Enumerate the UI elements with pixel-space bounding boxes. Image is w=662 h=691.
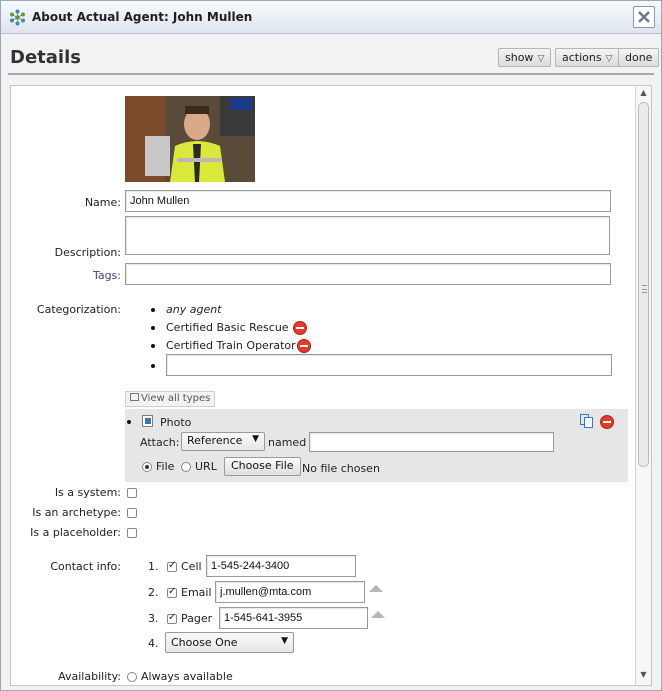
contact-type-link[interactable]: Pager: [181, 612, 212, 625]
copy-icon[interactable]: [580, 414, 594, 428]
category-any-agent: any agent: [166, 303, 222, 316]
list-bullet: [151, 344, 155, 348]
photo-link[interactable]: Photo: [160, 416, 191, 429]
contact-checkbox[interactable]: [167, 560, 177, 572]
always-available-radio[interactable]: [127, 672, 137, 682]
window-titlebar: About Actual Agent: John Mullen: [1, 1, 661, 34]
is-archetype-label: Is an archetype:: [32, 506, 121, 519]
list-bullet: [151, 326, 155, 330]
description-label: Description:: [54, 246, 121, 259]
scrollbar-thumb[interactable]: [638, 102, 649, 467]
scroll-down-icon[interactable]: ▼: [638, 670, 649, 682]
show-button[interactable]: show ▽: [498, 48, 552, 67]
list-bullet: [151, 308, 155, 312]
tags-input[interactable]: [125, 263, 611, 285]
categorization-label: Categorization:: [36, 303, 121, 316]
is-placeholder-checkbox[interactable]: [127, 528, 137, 538]
actions-button[interactable]: actions ▽: [555, 48, 620, 67]
contact-checkbox[interactable]: [167, 612, 177, 624]
window-title: About Actual Agent: John Mullen: [32, 10, 253, 24]
name-label: Name:: [84, 196, 121, 209]
email-input[interactable]: [215, 581, 365, 603]
choose-file-label: Choose File: [231, 459, 294, 472]
contact-checkbox[interactable]: [167, 586, 177, 598]
contact-type-link[interactable]: Cell: [181, 560, 202, 573]
actions-label: actions: [562, 51, 602, 64]
chevron-down-icon: ▽: [537, 54, 545, 64]
cell-input[interactable]: [206, 555, 356, 577]
close-icon: [638, 11, 650, 23]
details-form: Name: Description: Tags: Categorization:…: [10, 85, 652, 686]
is-placeholder-label: Is a placeholder:: [30, 526, 121, 539]
list-bullet: [151, 364, 155, 368]
remove-icon[interactable]: [293, 321, 307, 335]
move-up-icon[interactable]: [371, 611, 385, 618]
category-link[interactable]: Certified Train Operator: [166, 339, 296, 352]
contact-number: 1.: [148, 560, 159, 573]
new-category-input[interactable]: [166, 354, 612, 376]
is-system-label: Is a system:: [54, 486, 121, 499]
name-input[interactable]: [125, 190, 611, 212]
remove-icon[interactable]: [297, 339, 311, 353]
about-agent-window: About Actual Agent: John Mullen Details …: [0, 0, 662, 691]
view-all-types-label: View all types: [141, 393, 211, 404]
contact-number: 2.: [148, 586, 159, 599]
url-option-label: URL: [195, 460, 217, 473]
agent-photo: [125, 96, 255, 182]
file-radio[interactable]: [142, 462, 152, 472]
category-link[interactable]: Certified Basic Rescue: [166, 321, 289, 334]
contact-number: 3.: [148, 612, 159, 625]
attach-select-value: Reference: [187, 434, 243, 447]
named-input[interactable]: [309, 432, 554, 452]
close-button[interactable]: [633, 6, 655, 28]
availability-label: Availability:: [58, 670, 121, 683]
done-button[interactable]: done: [618, 48, 660, 67]
types-icon: [130, 393, 139, 401]
contact-number: 4.: [148, 637, 159, 650]
chevron-down-icon: ▽: [605, 54, 613, 64]
url-radio[interactable]: [181, 462, 191, 472]
contact-type-select-value: Choose One: [171, 636, 238, 649]
always-available-label: Always available: [141, 670, 233, 683]
description-textarea[interactable]: [125, 216, 610, 255]
is-system-checkbox[interactable]: [127, 488, 137, 498]
grip-icon: [642, 285, 647, 293]
contact-type-select[interactable]: Choose One ▼: [165, 632, 294, 653]
list-bullet: [127, 420, 131, 424]
no-file-chosen-text: No file chosen: [302, 462, 380, 475]
move-up-icon[interactable]: [369, 585, 383, 592]
contact-type-link[interactable]: Email: [181, 586, 212, 599]
vertical-scrollbar[interactable]: ▲ ▼: [635, 86, 651, 685]
page-title: Details: [10, 47, 81, 68]
dropdown-arrow-icon: ▼: [252, 434, 259, 444]
image-file-icon: [142, 415, 153, 427]
tags-link[interactable]: Tags:: [11, 269, 121, 282]
contact-info-label: Contact info:: [50, 560, 121, 573]
scroll-up-icon[interactable]: ▲: [638, 88, 649, 100]
app-logo-icon: [10, 9, 25, 26]
file-option-label: File: [156, 460, 175, 473]
attach-label: Attach:: [140, 436, 180, 449]
dropdown-arrow-icon: ▼: [281, 636, 288, 646]
choose-file-button[interactable]: Choose File: [224, 457, 301, 476]
view-all-types-button[interactable]: View all types: [125, 391, 216, 407]
remove-icon[interactable]: [600, 415, 614, 429]
is-archetype-checkbox[interactable]: [127, 508, 137, 518]
details-header: Details show ▽ actions ▽ done: [8, 39, 660, 75]
attach-select[interactable]: Reference ▼: [181, 432, 265, 451]
named-label: named: [268, 436, 307, 449]
done-label: done: [625, 51, 653, 64]
show-label: show: [505, 51, 534, 64]
pager-input[interactable]: [219, 607, 368, 629]
